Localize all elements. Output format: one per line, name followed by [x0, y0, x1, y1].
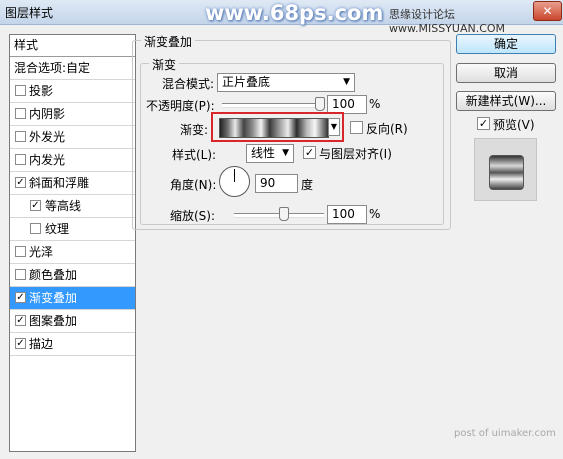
style-item[interactable]: 光泽	[10, 241, 135, 264]
align-with-layer-label: 与图层对齐(I)	[319, 147, 392, 161]
style-select[interactable]: 线性 ▼	[246, 144, 294, 163]
style-item-label: 颜色叠加	[29, 268, 78, 282]
style-checkbox[interactable]	[15, 131, 26, 142]
opacity-label: 不透明度(P):	[146, 99, 215, 113]
reverse-label: 反向(R)	[366, 122, 408, 136]
style-item-label: 描边	[29, 337, 54, 351]
scale-slider-thumb[interactable]	[279, 207, 289, 221]
chevron-down-icon: ▼	[343, 77, 350, 87]
angle-dial-hand	[234, 169, 235, 182]
style-item-label: 投影	[29, 84, 54, 98]
style-checkbox[interactable]	[15, 292, 26, 303]
style-checkbox[interactable]	[30, 200, 41, 211]
style-item-label: 等高线	[45, 199, 82, 213]
styles-header[interactable]: 样式	[10, 35, 135, 57]
ok-button[interactable]: 确定	[456, 34, 556, 54]
close-button[interactable]: ✕	[533, 1, 562, 21]
new-style-button[interactable]: 新建样式(W)...	[456, 91, 556, 111]
style-item[interactable]: 内阴影	[10, 103, 135, 126]
angle-input[interactable]: 90	[255, 174, 298, 193]
style-item[interactable]: 渐变叠加	[10, 287, 135, 310]
footer-watermark: post of uimaker.com	[454, 428, 556, 439]
reverse-checkbox[interactable]	[350, 121, 363, 134]
title-bar: 图层样式 www.68ps.com 思缘设计论坛 www.MISSYUAN.CO…	[0, 0, 563, 35]
style-item[interactable]: 图案叠加	[10, 310, 135, 333]
gradient-preview[interactable]	[219, 118, 329, 138]
style-item-label: 渐变叠加	[29, 291, 78, 305]
angle-dial[interactable]	[219, 166, 250, 197]
preview-checkbox[interactable]: ✓	[477, 117, 490, 130]
style-item[interactable]: 投影	[10, 80, 135, 103]
opacity-slider-thumb[interactable]	[315, 97, 325, 111]
window-title: 图层样式	[5, 6, 54, 20]
gradient-dropdown-icon[interactable]: ▼	[328, 118, 340, 136]
style-item-label: 内阴影	[29, 107, 66, 121]
gradient-label: 渐变:	[180, 123, 209, 137]
cancel-button[interactable]: 取消	[456, 63, 556, 83]
opacity-percent: %	[369, 97, 381, 111]
blend-options-item[interactable]: 混合选项:自定	[10, 57, 135, 80]
style-checkbox[interactable]	[30, 223, 41, 234]
gradient-subgroup-title: 渐变	[149, 56, 180, 73]
style-checkbox[interactable]	[15, 177, 26, 188]
style-item[interactable]: 内发光	[10, 149, 135, 172]
preview-label: 预览(V)	[493, 118, 535, 132]
style-item-label: 纹理	[45, 222, 70, 236]
style-item[interactable]: 等高线	[10, 195, 135, 218]
angle-label: 角度(N):	[170, 178, 217, 192]
gradient-highlight-box: ▼	[211, 112, 344, 142]
scale-input[interactable]: 100	[327, 205, 367, 224]
style-item-label: 图案叠加	[29, 314, 78, 328]
style-checkbox[interactable]	[15, 154, 26, 165]
style-item[interactable]: 纹理	[10, 218, 135, 241]
preview-thumbnail	[489, 155, 524, 190]
style-value: 线性	[251, 146, 276, 160]
angle-unit: 度	[301, 178, 314, 192]
style-label: 样式(L):	[172, 148, 217, 162]
style-item-label: 外发光	[29, 130, 66, 144]
style-checkbox[interactable]	[15, 338, 26, 349]
style-item[interactable]: 斜面和浮雕	[10, 172, 135, 195]
scale-label: 缩放(S):	[170, 209, 216, 223]
style-item[interactable]: 颜色叠加	[10, 264, 135, 287]
gradient-overlay-title: 渐变叠加	[141, 33, 196, 50]
opacity-slider[interactable]	[222, 103, 324, 108]
scale-percent: %	[369, 207, 381, 221]
style-item[interactable]: 外发光	[10, 126, 135, 149]
align-with-layer-checkbox[interactable]: ✓	[303, 146, 316, 159]
blend-mode-select[interactable]: 正片叠底 ▼	[217, 73, 355, 92]
blend-mode-value: 正片叠底	[222, 75, 271, 89]
style-item-label: 内发光	[29, 153, 66, 167]
style-item[interactable]: 描边	[10, 333, 135, 356]
style-checkbox[interactable]	[15, 269, 26, 280]
style-item-label: 斜面和浮雕	[29, 176, 90, 190]
style-item-label: 光泽	[29, 245, 54, 259]
styles-panel: 样式 混合选项:自定 投影内阴影外发光内发光斜面和浮雕等高线纹理光泽颜色叠加渐变…	[9, 34, 136, 452]
style-preview	[474, 138, 537, 201]
style-checkbox[interactable]	[15, 315, 26, 326]
style-checkbox[interactable]	[15, 85, 26, 96]
site-watermark: www.68ps.com	[205, 1, 384, 25]
style-checkbox[interactable]	[15, 246, 26, 257]
style-checkbox[interactable]	[15, 108, 26, 119]
chevron-down-icon: ▼	[282, 148, 289, 158]
blend-mode-label: 混合模式:	[162, 77, 215, 91]
